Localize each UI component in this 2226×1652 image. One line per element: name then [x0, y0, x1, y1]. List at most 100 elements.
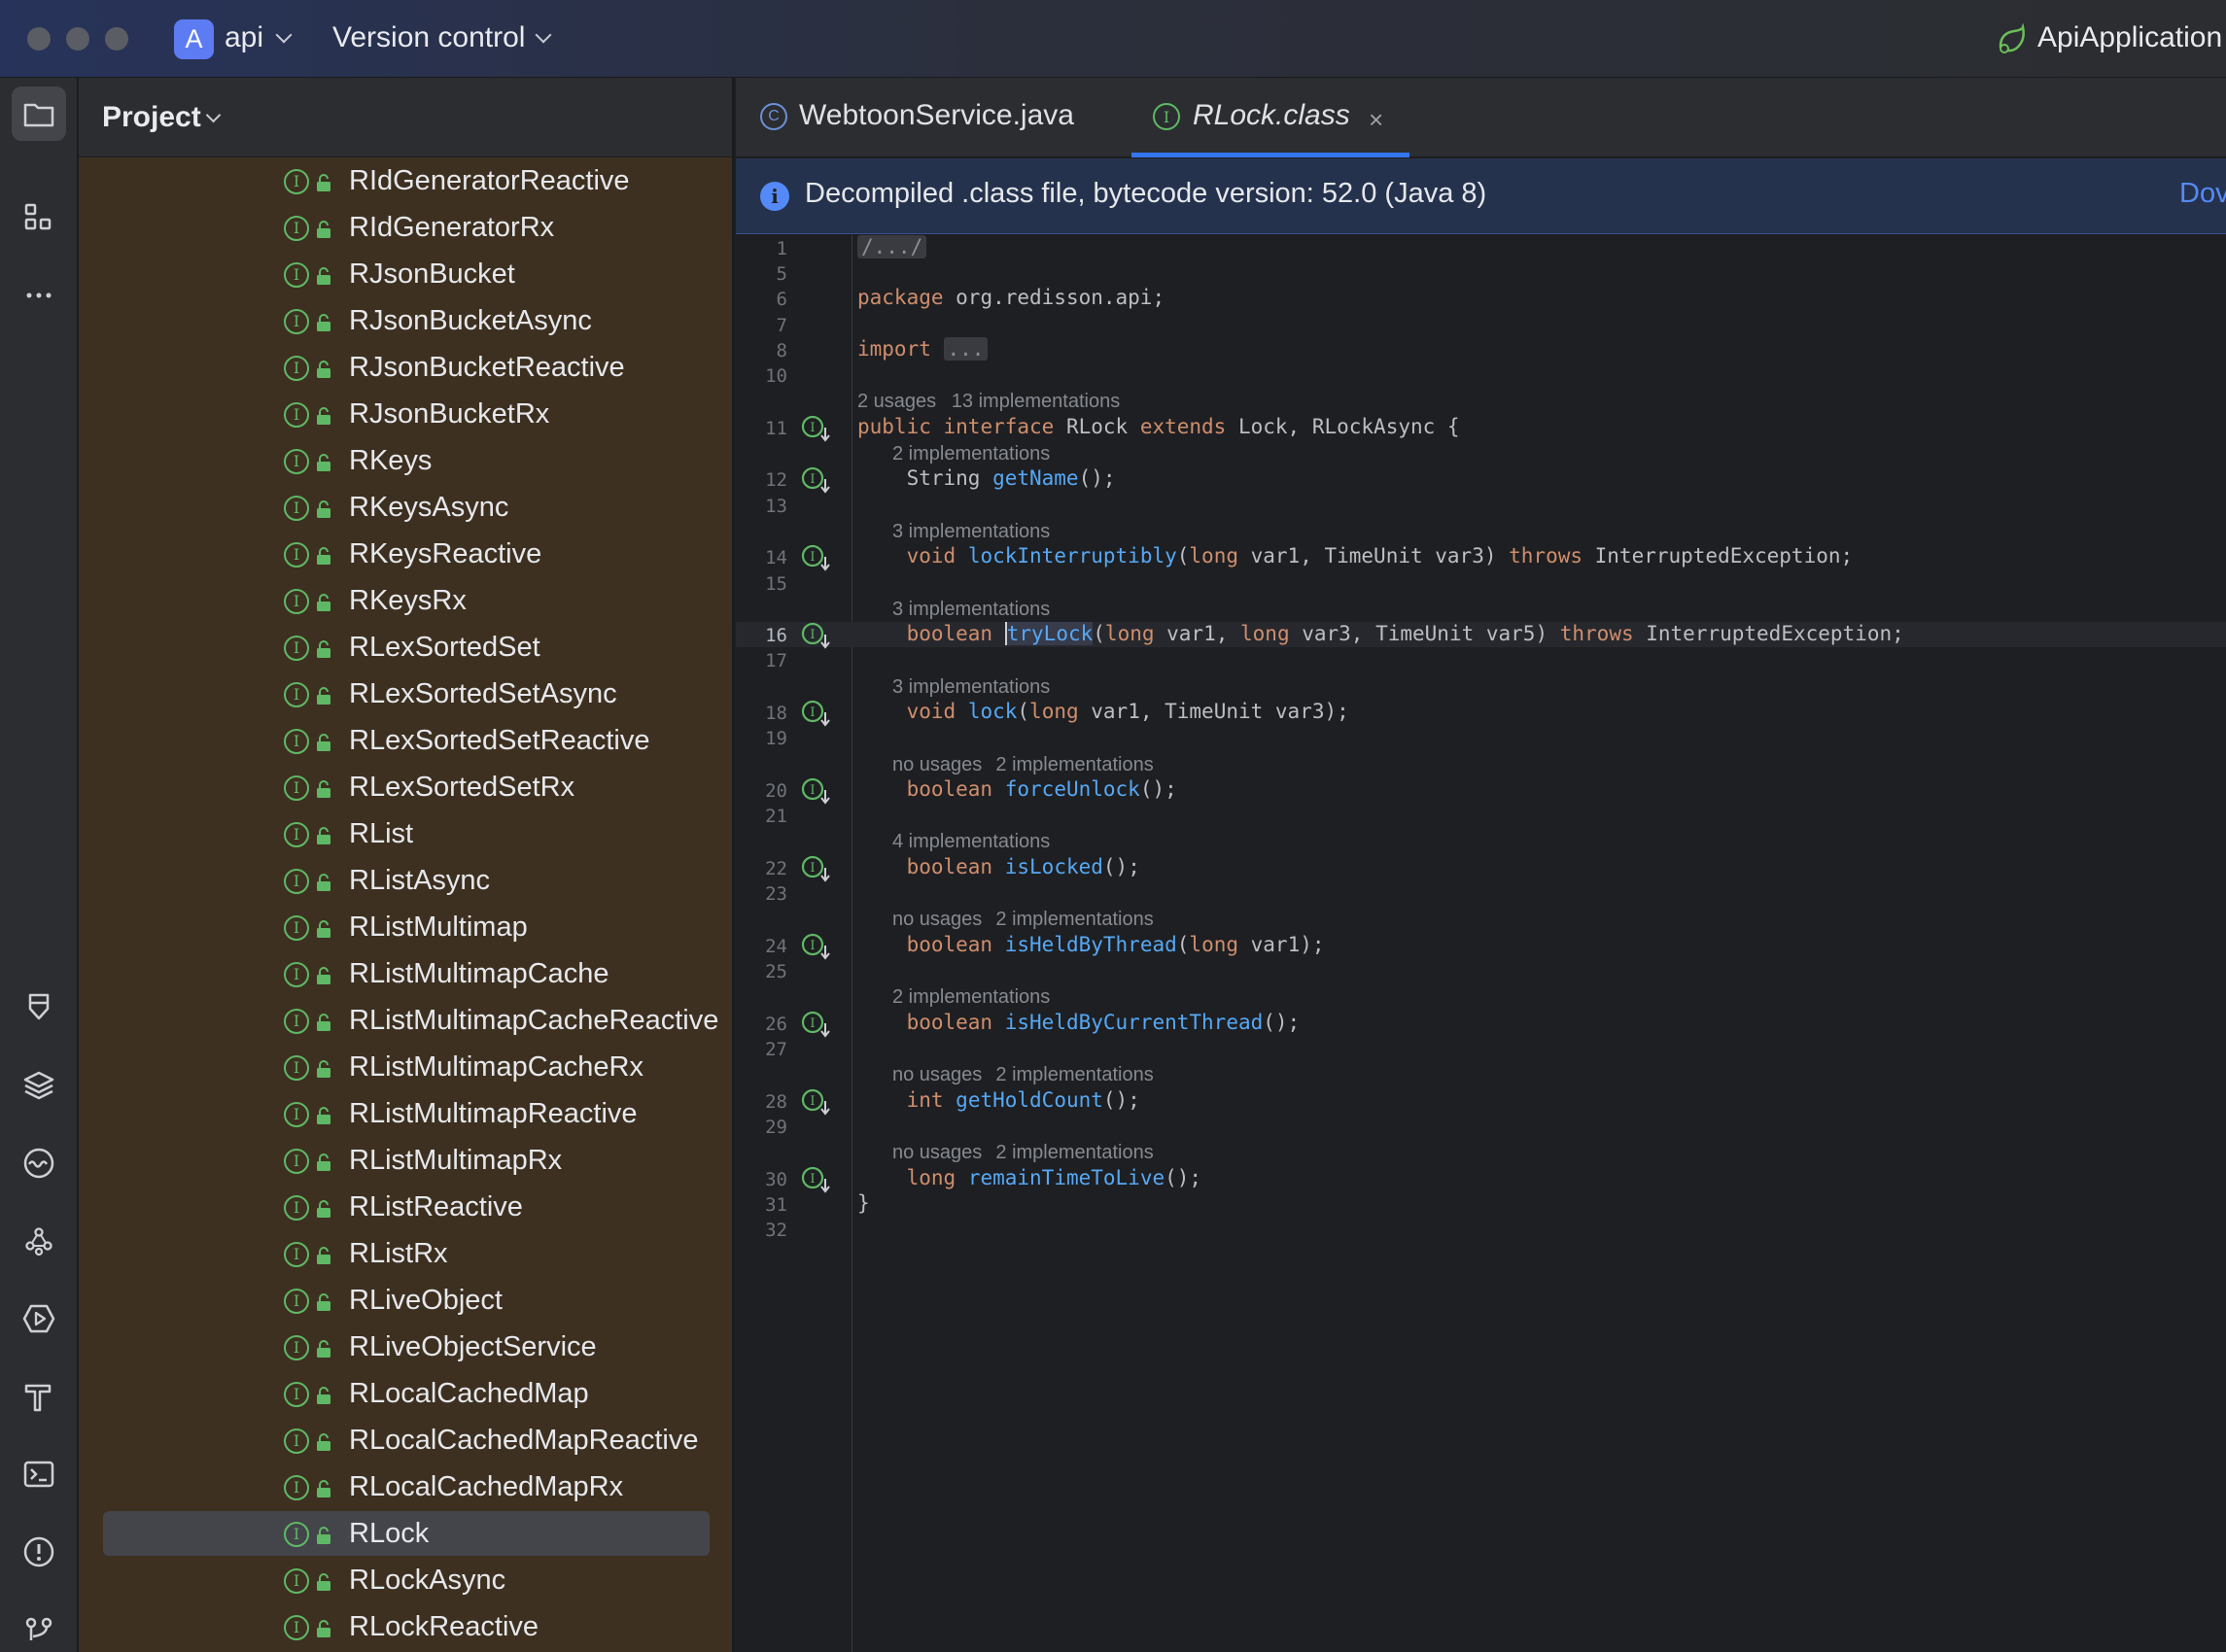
line-number[interactable]: 20 — [736, 780, 787, 802]
tree-item[interactable]: I RLocalCachedMapReactive — [79, 1417, 732, 1463]
tab-webtoon-service[interactable]: C WebtoonService.java — [736, 78, 1129, 157]
tree-item[interactable]: I RListReactive — [79, 1184, 732, 1230]
tree-item[interactable]: I RList — [79, 810, 732, 857]
code-vision-hint[interactable]: 3 implementations — [892, 676, 1050, 699]
line-number[interactable]: 25 — [736, 961, 787, 982]
line-number[interactable]: 6 — [736, 289, 787, 310]
implemented-gutter-icon[interactable]: I — [800, 1165, 835, 1194]
line-number[interactable]: 31 — [736, 1194, 787, 1216]
code-vision-hint[interactable]: 2 implementations — [995, 1142, 1153, 1164]
git-tool-button[interactable] — [12, 1602, 66, 1652]
run-tool-button[interactable] — [12, 1291, 66, 1346]
implemented-gutter-icon[interactable]: I — [800, 1010, 835, 1039]
code-editor[interactable]: 1 /.../ 5 6 package org.redisson.api; 7 8 impor… — [736, 235, 2226, 1652]
more-tools-button[interactable] — [12, 268, 66, 323]
line-number[interactable]: 28 — [736, 1091, 787, 1113]
code-vision-hint[interactable]: no usages — [892, 1142, 982, 1164]
code-vision-hint[interactable]: 13 implementations — [952, 391, 1120, 413]
download-sources-link[interactable]: Dov — [2179, 178, 2226, 210]
tree-item[interactable]: I RListAsync — [79, 857, 732, 904]
tree-item[interactable]: I RLiveObjectService — [79, 1324, 732, 1370]
line-number[interactable]: 13 — [736, 496, 787, 517]
tree-item[interactable]: I RJsonBucketAsync — [79, 297, 732, 344]
project-panel-title[interactable]: Project — [102, 101, 201, 134]
implemented-gutter-icon[interactable]: I — [800, 465, 835, 495]
close-icon[interactable]: × — [1369, 105, 1383, 135]
line-number[interactable]: 15 — [736, 573, 787, 595]
build-tool-button[interactable] — [12, 1369, 66, 1424]
tree-item[interactable]: I RJsonBucketReactive — [79, 344, 732, 391]
tree-item[interactable]: I RListMultimapCacheRx — [79, 1044, 732, 1090]
tree-item[interactable]: I RListMultimapReactive — [79, 1090, 732, 1137]
tree-item[interactable]: I RIdGeneratorReactive — [79, 157, 732, 204]
code-vision-hint[interactable]: no usages — [892, 754, 982, 776]
code-vision-hint[interactable]: 3 implementations — [892, 521, 1050, 543]
chevron-down-icon[interactable] — [205, 107, 222, 123]
line-number[interactable]: 11 — [736, 418, 787, 439]
line-number[interactable]: 5 — [736, 263, 787, 285]
chevron-down-icon[interactable] — [275, 26, 293, 44]
implemented-gutter-icon[interactable]: I — [800, 699, 835, 728]
code-vision-hint[interactable]: 2 implementations — [995, 909, 1153, 931]
line-number[interactable]: 18 — [736, 703, 787, 724]
line-number[interactable]: 26 — [736, 1014, 787, 1035]
tree-item[interactable]: I RKeysRx — [79, 577, 732, 624]
profiler-tool-button[interactable] — [12, 1136, 66, 1190]
tree-item[interactable]: I RJsonBucket — [79, 251, 732, 297]
tree-item[interactable]: I RLocalCachedMap — [79, 1370, 732, 1417]
code-vision-hint[interactable]: 2 implementations — [892, 986, 1050, 1009]
tree-item[interactable]: I RLexSortedSetReactive — [79, 717, 732, 764]
line-number[interactable]: 16 — [736, 625, 787, 646]
problems-tool-button[interactable] — [12, 1525, 66, 1579]
project-name[interactable]: api — [225, 21, 263, 54]
tree-item[interactable]: I RLexSortedSetRx — [79, 764, 732, 810]
version-control-menu[interactable]: Version control — [332, 21, 525, 54]
layers-tool-button[interactable] — [12, 1058, 66, 1113]
implemented-gutter-icon[interactable]: I — [800, 776, 835, 806]
code-vision-hint[interactable]: no usages — [892, 909, 982, 931]
tree-item[interactable]: I RLocalCachedMapRx — [79, 1463, 732, 1510]
line-number[interactable]: 19 — [736, 728, 787, 749]
implemented-gutter-icon[interactable]: I — [800, 1087, 835, 1117]
tree-item[interactable]: I RKeys — [79, 437, 732, 484]
tree-item[interactable]: I RLiveObject — [79, 1277, 732, 1324]
bookmarks-tool-button[interactable] — [12, 981, 66, 1035]
tree-item[interactable]: I RLexSortedSet — [79, 624, 732, 671]
line-number[interactable]: 29 — [736, 1117, 787, 1138]
tree-item[interactable]: I RKeysReactive — [79, 531, 732, 577]
line-number[interactable]: 32 — [736, 1220, 787, 1241]
line-number[interactable]: 10 — [736, 365, 787, 387]
project-tool-button[interactable] — [12, 86, 66, 141]
line-number[interactable]: 7 — [736, 315, 787, 336]
tree-item[interactable]: I RListMultimapCache — [79, 950, 732, 997]
tab-rlock-class[interactable]: I RLock.class × — [1131, 78, 1409, 157]
tree-item[interactable]: I RLexSortedSetAsync — [79, 671, 732, 717]
line-number[interactable]: 1 — [736, 238, 787, 259]
line-number[interactable]: 22 — [736, 858, 787, 879]
services-tool-button[interactable] — [12, 1214, 66, 1268]
line-number[interactable]: 21 — [736, 806, 787, 827]
tree-item[interactable]: I RKeysAsync — [79, 484, 732, 531]
line-number[interactable]: 12 — [736, 469, 787, 491]
implemented-gutter-icon[interactable]: I — [800, 854, 835, 883]
tree-item[interactable]: I RListMultimapCacheReactive — [79, 997, 732, 1044]
code-vision-hint[interactable]: 2 usages — [857, 391, 936, 413]
implemented-gutter-icon[interactable]: I — [800, 621, 835, 650]
project-badge[interactable]: A — [174, 19, 214, 59]
code-vision-hint[interactable]: 2 implementations — [995, 1064, 1153, 1086]
run-configuration[interactable]: ApiApplication — [2037, 21, 2222, 54]
tree-item[interactable]: I RListMultimap — [79, 904, 732, 950]
line-number[interactable]: 8 — [736, 340, 787, 361]
tree-item[interactable]: I RLockReactive — [79, 1603, 732, 1650]
code-vision-hint[interactable]: 3 implementations — [892, 599, 1050, 621]
line-number[interactable]: 17 — [736, 650, 787, 671]
line-number[interactable]: 27 — [736, 1039, 787, 1060]
code-vision-hint[interactable]: no usages — [892, 1064, 982, 1086]
code-vision-hint[interactable]: 4 implementations — [892, 831, 1050, 853]
code-vision-hint[interactable]: 2 implementations — [995, 754, 1153, 776]
tree-item[interactable]: I RJsonBucketRx — [79, 391, 732, 437]
structure-tool-button[interactable] — [12, 190, 66, 245]
line-number[interactable]: 30 — [736, 1169, 787, 1190]
line-number[interactable]: 14 — [736, 547, 787, 568]
code-vision-hint[interactable]: 2 implementations — [892, 443, 1050, 465]
